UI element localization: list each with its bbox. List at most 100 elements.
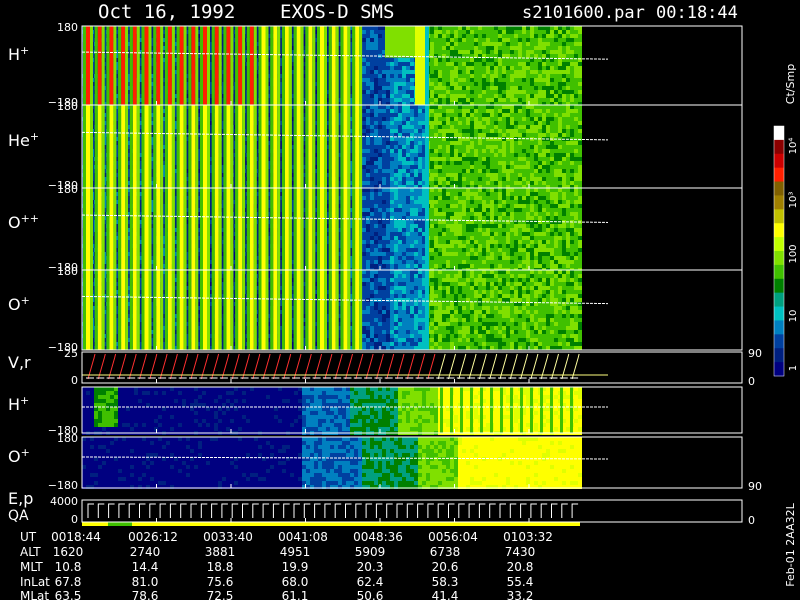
cell-ut-4: 0048:36 xyxy=(353,530,403,544)
cell-ut-6: 0103:32 xyxy=(503,530,553,544)
panel-label-2: O++ xyxy=(8,212,39,232)
ytick-top-3: 180 xyxy=(57,265,78,278)
cell-inlat-6: 55.4 xyxy=(507,575,534,589)
row-label-mlat: MLat xyxy=(20,589,49,600)
header-filename: s2101600.par xyxy=(522,3,645,23)
cell-mlt-4: 20.3 xyxy=(357,560,384,574)
panel-label-4: V,r xyxy=(8,353,31,372)
cell-mlat-5: 41.4 xyxy=(432,589,459,600)
ytick-top-4: 25 xyxy=(64,347,78,360)
cell-alt-0: 1620 xyxy=(53,545,84,559)
cell-mlat-4: 50.6 xyxy=(357,589,384,600)
cell-mlat-1: 78.6 xyxy=(132,589,159,600)
cell-alt-1: 2740 xyxy=(130,545,161,559)
colorbar-segment-8 xyxy=(774,237,784,252)
header-instrument: EXOS-D SMS xyxy=(280,1,394,23)
ytick-top-1: 180 xyxy=(57,100,78,113)
colorbar-tick-4: 1 xyxy=(788,365,799,371)
cell-inlat-2: 75.6 xyxy=(207,575,234,589)
cell-inlat-5: 58.3 xyxy=(432,575,459,589)
right-tick-bottom-7: 0 xyxy=(748,514,755,527)
row-label-inlat: InLat xyxy=(20,575,50,589)
colorbar-tick-0: 10⁴ xyxy=(788,138,799,155)
cell-mlt-6: 20.8 xyxy=(507,560,534,574)
colorbar-segment-11 xyxy=(774,278,784,294)
cell-ut-3: 0041:08 xyxy=(278,530,328,544)
header-date: Oct 16, 1992 xyxy=(98,1,235,23)
heatmap-angle3 xyxy=(81,437,609,489)
heatmap-angle2 xyxy=(82,387,608,435)
colorbar-tick-1: 10³ xyxy=(788,192,799,209)
ytick-top-6: 180 xyxy=(57,432,78,445)
colorbar-segment-12 xyxy=(774,292,784,308)
heatmap-ep xyxy=(82,503,580,526)
right-tick-bottom-4: 0 xyxy=(748,375,755,388)
cell-mlt-0: 10.8 xyxy=(55,560,82,574)
cell-mlt-1: 14.4 xyxy=(132,560,159,574)
panel-label-5: H+ xyxy=(8,394,29,414)
cell-alt-4: 5909 xyxy=(355,545,386,559)
row-label-mlt: MLT xyxy=(20,560,43,574)
footer-stamp: Feb-01 2AA32L xyxy=(784,502,797,586)
colorbar-tick-2: 100 xyxy=(788,244,799,263)
cell-mlat-2: 72.5 xyxy=(207,589,234,600)
heatmap-vr xyxy=(82,353,608,380)
right-tick-bottom-6: 90 xyxy=(748,480,762,493)
cell-inlat-0: 67.8 xyxy=(55,575,82,589)
cell-mlat-3: 61.1 xyxy=(282,589,309,600)
cell-ut-0: 0018:44 xyxy=(51,530,101,544)
panel-label-7: E,p xyxy=(8,489,33,508)
colorbar-segment-7 xyxy=(774,223,784,238)
colorbar-tick-3: 10 xyxy=(788,310,799,323)
colorbar-segment-1 xyxy=(774,139,784,155)
colorbar-segment-6 xyxy=(774,209,784,224)
colorbar-segment-17 xyxy=(774,362,784,377)
cell-ut-2: 0033:40 xyxy=(203,530,253,544)
cell-alt-2: 3881 xyxy=(205,545,236,559)
colorbar-segment-0 xyxy=(774,126,784,141)
cell-alt-5: 6738 xyxy=(430,545,461,559)
heatmap-3 xyxy=(81,270,609,350)
heatmap-2 xyxy=(81,188,609,272)
colorbar-segment-3 xyxy=(774,167,784,183)
header-time: 00:18:44 xyxy=(656,3,738,23)
colorbar-segment-5 xyxy=(774,195,784,210)
cell-inlat-4: 62.4 xyxy=(357,575,384,589)
colorbar-segment-9 xyxy=(774,251,784,266)
spectrogram-figure: Oct 16, 1992 EXOS-D SMS s2101600.par 00:18:… xyxy=(0,0,800,600)
row-label-ut: UT xyxy=(20,530,37,544)
cell-mlt-2: 18.8 xyxy=(207,560,234,574)
cell-inlat-1: 81.0 xyxy=(132,575,159,589)
cell-ut-5: 0056:04 xyxy=(428,530,478,544)
cell-ut-1: 0026:12 xyxy=(128,530,178,544)
cell-mlat-6: 33.2 xyxy=(507,589,534,600)
panel-label-1: He+ xyxy=(8,130,39,150)
right-tick-top-4: 90 xyxy=(748,347,762,360)
ytick-top-2: 180 xyxy=(57,183,78,196)
ytick-bottom-7: 0 xyxy=(71,513,78,526)
cell-inlat-3: 68.0 xyxy=(282,575,309,589)
row-label-alt: ALT xyxy=(20,545,41,559)
heatmap-1 xyxy=(81,105,609,189)
colorbar-segment-15 xyxy=(774,334,784,349)
colorbar-segment-10 xyxy=(774,264,784,280)
ytick-top-0: 180 xyxy=(57,21,78,34)
cell-alt-6: 7430 xyxy=(505,545,536,559)
cell-mlt-3: 19.9 xyxy=(282,560,309,574)
ytick-bottom-4: 0 xyxy=(71,374,78,387)
colorbar-segment-2 xyxy=(774,153,784,169)
panel-label2-7: QA xyxy=(8,508,29,524)
spectrogram-plot: Oct 16, 1992 EXOS-D SMS s2101600.par 00:18:… xyxy=(8,1,799,600)
panel-label-6: O+ xyxy=(8,446,30,466)
ytick-top-7: 4000 xyxy=(50,495,78,508)
heatmap-0 xyxy=(81,26,609,106)
colorbar-segment-14 xyxy=(774,320,784,335)
cell-mlat-0: 63.5 xyxy=(55,589,82,600)
panel-label-3: O+ xyxy=(8,294,30,314)
colorbar-segment-16 xyxy=(774,348,784,363)
cell-mlt-5: 20.6 xyxy=(432,560,459,574)
colorbar-segment-4 xyxy=(774,181,784,196)
cell-alt-3: 4951 xyxy=(280,545,311,559)
colorbar-segment-13 xyxy=(774,306,784,321)
panel-label-0: H+ xyxy=(8,44,29,64)
